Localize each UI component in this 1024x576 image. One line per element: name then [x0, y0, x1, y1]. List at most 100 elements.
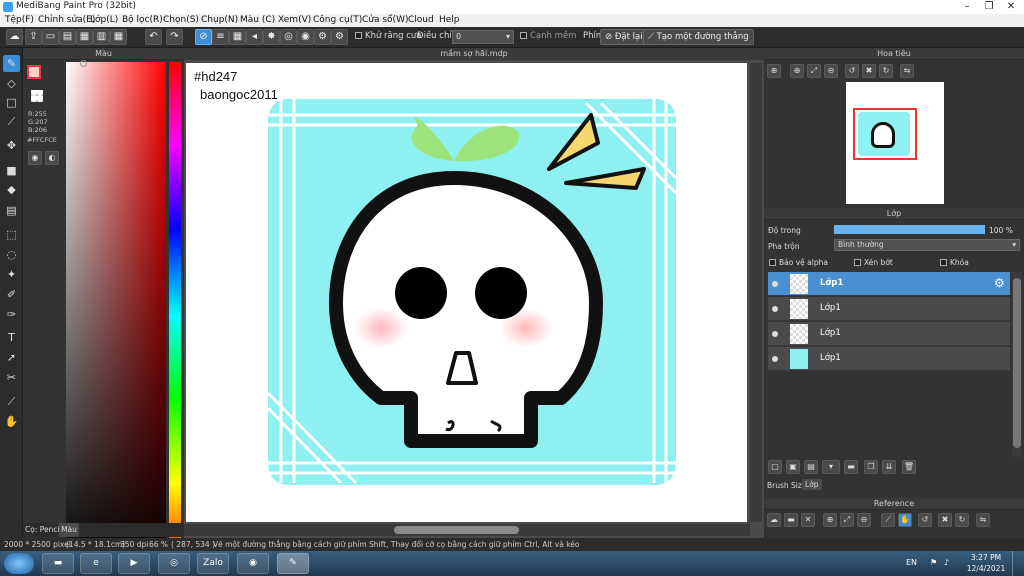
eye-icon[interactable]	[772, 356, 778, 362]
reset-rotate-icon[interactable]: ✖	[862, 64, 876, 78]
panel-icon[interactable]: ▥	[93, 29, 110, 45]
start-button[interactable]	[4, 553, 34, 574]
undo-icon[interactable]: ↶	[145, 29, 162, 45]
blend-select[interactable]: Bình thường ▾	[834, 239, 1020, 251]
menu-select[interactable]: Chọn(S)	[163, 15, 199, 25]
operation-tool-icon[interactable]: ➚	[3, 349, 20, 366]
chrome-icon[interactable]: ◉	[237, 553, 269, 574]
new-8bit-layer-icon[interactable]: ▤	[804, 460, 818, 474]
internet-explorer-icon[interactable]: e	[80, 553, 112, 574]
horizontal-scrollbar[interactable]	[184, 524, 750, 536]
export-icon[interactable]: ⇪	[25, 29, 42, 45]
hand-icon[interactable]: ✋	[898, 513, 912, 527]
make-line-button[interactable]: ⟋ Tạo một đường thẳng	[643, 29, 754, 45]
grid-icon[interactable]: ▦	[110, 29, 127, 45]
clipping-checkbox[interactable]: Xén bớt	[854, 258, 893, 267]
soft-edge-checkbox[interactable]: Cạnh mềm	[520, 31, 576, 41]
eye-icon[interactable]	[772, 281, 778, 287]
fit-window-icon[interactable]: ⤢	[840, 513, 854, 527]
language-indicator[interactable]: EN	[906, 558, 917, 567]
menu-help[interactable]: Help	[439, 15, 460, 25]
zoom-in-icon[interactable]: ⊕	[823, 513, 837, 527]
zoom-out-icon[interactable]: ⊖	[824, 64, 838, 78]
close-icon[interactable]: ✕	[801, 513, 815, 527]
medibang-icon[interactable]: ✎	[277, 553, 309, 574]
color-tools-icon[interactable]: ◐	[45, 151, 59, 165]
bucket-tool-icon[interactable]: ◆	[3, 181, 20, 198]
navigator-preview[interactable]	[846, 82, 944, 204]
menu-tools[interactable]: Công cụ(T)	[313, 15, 362, 25]
restore-button[interactable]: ❐	[978, 0, 1000, 14]
gradient-tool-icon[interactable]: ▤	[3, 202, 20, 219]
zoom-in-icon[interactable]: ⊕	[767, 64, 781, 78]
lock-checkbox[interactable]: Khóa	[940, 258, 969, 267]
vertical-scrollbar[interactable]	[750, 63, 762, 522]
minimize-button[interactable]: –	[956, 0, 978, 14]
show-desktop-button[interactable]	[1012, 551, 1024, 576]
grid-snap-icon[interactable]: ▦	[229, 29, 246, 45]
correction-select[interactable]: 0 ▾	[452, 30, 514, 44]
zalo-icon[interactable]: Zalo	[197, 553, 229, 574]
reset-button[interactable]: ⊘ Đặt lại	[600, 29, 648, 45]
menu-color[interactable]: Màu (C)	[240, 15, 275, 25]
close-button[interactable]: ✕	[1000, 0, 1022, 14]
foreground-color-swatch[interactable]	[27, 65, 41, 79]
menu-filter[interactable]: Bộ lọc(R)	[122, 15, 163, 25]
select-eraser-icon[interactable]: ✑	[3, 306, 20, 323]
tray-flag-icon[interactable]: ⚑	[930, 558, 937, 567]
snap-off-icon[interactable]: ⊘	[195, 29, 212, 45]
clock[interactable]: 3:27 PM 12/4/2021	[966, 552, 1006, 574]
rectangle-tool-icon[interactable]: □	[3, 94, 20, 111]
menu-edit[interactable]: Chỉnh sửa(E)	[38, 15, 95, 25]
rotate-right-icon[interactable]: ↻	[955, 513, 969, 527]
radial-snap-icon[interactable]: ✸	[263, 29, 280, 45]
reset-rotate-icon[interactable]: ✖	[938, 513, 952, 527]
curve-snap-icon[interactable]: ◉	[297, 29, 314, 45]
flip-icon[interactable]: ⇋	[976, 513, 990, 527]
zoom-in-alt-icon[interactable]: ⊕	[790, 64, 804, 78]
select-pen-icon[interactable]: ✐	[3, 286, 20, 303]
gear-snap-icon[interactable]: ⚙	[314, 29, 331, 45]
hand-tool-icon[interactable]: ✋	[3, 413, 20, 430]
eye-icon[interactable]	[772, 331, 778, 337]
volume-icon[interactable]: ♪	[944, 558, 949, 567]
menu-cloud[interactable]: Cloud	[408, 15, 434, 25]
eyedropper-tool-icon[interactable]: ⟋	[3, 393, 20, 410]
divide-tool-icon[interactable]: ✂	[3, 369, 20, 386]
palette-icon[interactable]: ◉	[28, 151, 42, 165]
hue-slider[interactable]	[169, 62, 181, 570]
eye-icon[interactable]	[772, 306, 778, 312]
text-tool-icon[interactable]: T	[3, 329, 20, 346]
menu-layer[interactable]: Lớp(L)	[90, 15, 118, 25]
fill-rect-icon[interactable]: ■	[3, 162, 20, 179]
pen-tool-icon[interactable]: ✎	[3, 55, 20, 72]
tab-layer[interactable]: Lớp	[802, 479, 822, 490]
rotate-right-icon[interactable]: ↻	[879, 64, 893, 78]
perspective-snap-icon[interactable]: ◂	[246, 29, 263, 45]
cloud-icon[interactable]: ☁	[767, 513, 781, 527]
layer-row[interactable]: Lớp1	[768, 347, 1010, 371]
rotate-left-icon[interactable]: ↺	[918, 513, 932, 527]
saturation-value-picker[interactable]	[66, 60, 166, 570]
speech-icon[interactable]: ▤	[59, 29, 76, 45]
magic-wand-icon[interactable]: ✦	[3, 266, 20, 283]
new-layer-menu-icon[interactable]: ▾	[822, 460, 840, 474]
document-tab[interactable]: mầm sợ hãi.mdp	[184, 48, 764, 60]
layer-row[interactable]: Lớp1	[768, 322, 1010, 346]
menu-snap[interactable]: Chụp(N)	[201, 15, 238, 25]
browser-icon[interactable]: ◎	[158, 553, 190, 574]
eraser-tool-icon[interactable]: ◇	[3, 75, 20, 92]
trash-icon[interactable]: 🗑	[902, 460, 916, 474]
new-layer-icon[interactable]: ▢	[768, 460, 782, 474]
transparent-color-swatch[interactable]	[31, 90, 43, 102]
duplicate-icon[interactable]: ❐	[864, 460, 878, 474]
settings-snap-icon[interactable]: ⚙	[331, 29, 348, 45]
scroll-thumb[interactable]	[394, 526, 519, 534]
drawing-canvas[interactable]: #hd247 baongoc2011	[186, 63, 747, 522]
file-explorer-icon[interactable]: ▬	[42, 553, 74, 574]
redo-icon[interactable]: ↷	[166, 29, 183, 45]
folder-icon[interactable]: ▬	[844, 460, 858, 474]
cloud-icon[interactable]: ☁	[6, 29, 23, 45]
layers-scrollbar[interactable]	[1012, 272, 1022, 457]
new-halftone-layer-icon[interactable]: ▣	[786, 460, 800, 474]
